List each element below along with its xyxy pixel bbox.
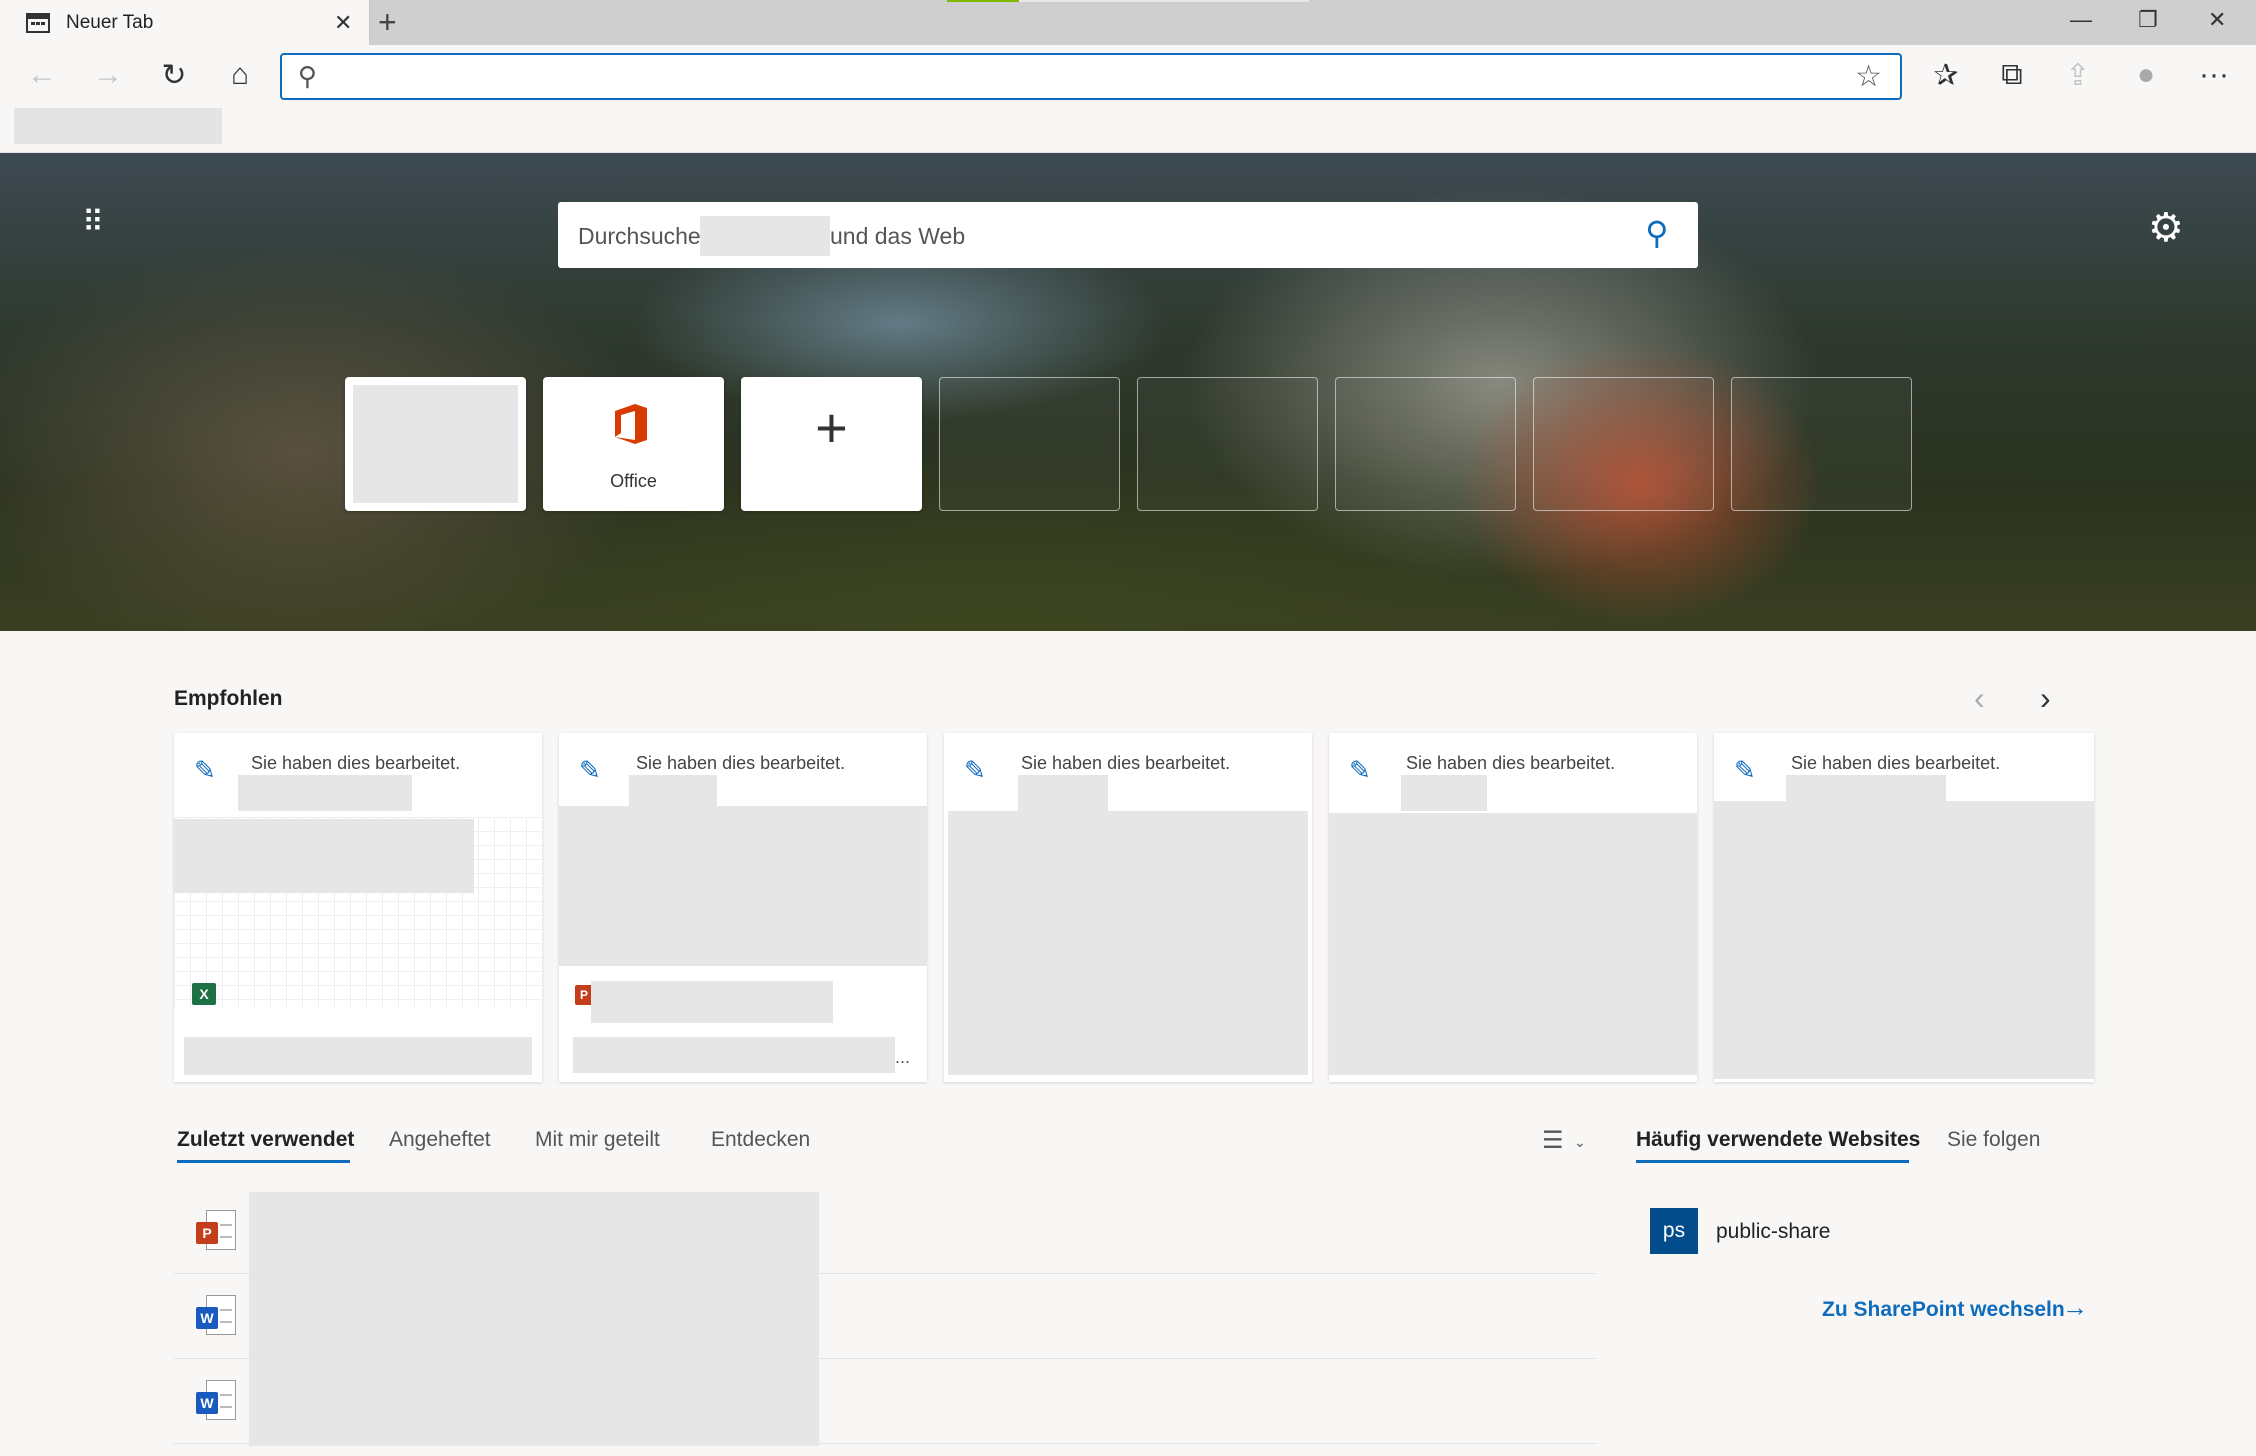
collections-icon[interactable]: ⧉ — [1992, 58, 2032, 92]
web-search-box[interactable]: Durchsuche und das Web ⚲ — [558, 202, 1698, 268]
redacted-tile-content — [353, 385, 518, 503]
redacted-preview — [174, 819, 474, 893]
redacted-file-title — [591, 981, 833, 1023]
search-placeholder-suffix: und das Web — [830, 223, 966, 249]
document-lines — [220, 1224, 232, 1238]
card-activity-text: Sie haben dies bearbeitet. — [1021, 753, 1231, 773]
new-tab-button[interactable]: + — [378, 4, 397, 41]
more-text: ... — [895, 1047, 911, 1067]
redacted-file-names — [249, 1192, 819, 1446]
search-submit-icon[interactable]: ⚲ — [1645, 214, 1668, 252]
redacted-author — [1018, 775, 1108, 811]
tab-recently-used[interactable]: Zuletzt verwendet — [177, 1128, 354, 1152]
redacted-preview — [559, 806, 927, 966]
tab-pinned[interactable]: Angeheftet — [389, 1128, 491, 1152]
search-icon: ⚲ — [298, 61, 318, 91]
refresh-icon[interactable]: ↻ — [154, 58, 194, 93]
card-activity-text: Sie haben dies bearbeitet. — [251, 753, 461, 773]
close-window-icon[interactable]: ✕ — [2208, 7, 2226, 33]
tab-title: Neuer Tab — [66, 12, 154, 33]
edit-pencil-icon: ✎ — [1734, 755, 1756, 785]
profile-avatar-icon[interactable]: ● — [2126, 58, 2166, 92]
redacted-preview — [948, 811, 1308, 1075]
address-bar[interactable]: ⚲ ☆ — [280, 53, 1902, 100]
close-tab-icon[interactable]: ✕ — [334, 10, 352, 36]
document-lines — [220, 1309, 232, 1323]
word-file-icon: W — [196, 1295, 238, 1339]
office-label: Office — [610, 471, 657, 491]
recommended-card[interactable]: ✎ Sie haben dies bearbeitet. X — [174, 733, 542, 1082]
arrow-right-icon[interactable]: → — [2062, 1292, 2088, 1323]
document-lines — [220, 1394, 232, 1408]
quick-link-office[interactable]: Office — [543, 377, 724, 511]
redacted-organization — [700, 216, 830, 256]
quick-link-tile[interactable] — [345, 377, 526, 511]
office-logo-icon — [615, 404, 647, 444]
active-tab-underline — [1636, 1160, 1909, 1163]
more-options-icon[interactable]: ··· — [2194, 58, 2234, 92]
redacted-preview — [1329, 813, 1697, 1075]
powerpoint-file-icon: P — [196, 1210, 238, 1254]
forward-icon[interactable]: → — [88, 58, 128, 92]
edit-pencil-icon: ✎ — [1349, 755, 1371, 785]
empty-quick-link-tile[interactable] — [1533, 377, 1714, 511]
add-quick-link-tile[interactable]: + — [741, 377, 922, 511]
minimize-icon[interactable]: — — [2070, 7, 2092, 33]
redacted-preview — [1714, 801, 2094, 1079]
loading-indicator — [947, 0, 1019, 2]
redacted-author — [1401, 775, 1487, 811]
word-file-icon: W — [196, 1380, 238, 1424]
active-tab-underline — [177, 1160, 350, 1163]
sharepoint-link[interactable]: Zu SharePoint wechseln — [1822, 1298, 2065, 1322]
recommended-card[interactable]: ✎ Sie haben dies bearbeitet. — [1329, 733, 1697, 1082]
redacted-filename — [573, 1037, 895, 1073]
redacted-filename — [184, 1037, 532, 1075]
tab-following[interactable]: Sie folgen — [1947, 1128, 2040, 1152]
previous-arrow-icon[interactable]: ‹ — [1974, 680, 1985, 717]
card-activity-text: Sie haben dies bearbeitet. — [1406, 753, 1616, 773]
home-icon[interactable]: ⌂ — [220, 58, 260, 92]
word-badge: W — [196, 1307, 218, 1329]
add-favorite-icon[interactable]: ☆ — [1855, 59, 1882, 94]
tab-shared-with-me[interactable]: Mit mir geteilt — [535, 1128, 660, 1152]
excel-file-icon: X — [192, 983, 216, 1005]
favorites-icon[interactable]: ✰ — [1926, 58, 1966, 93]
recommended-card[interactable]: ✎ Sie haben dies bearbeitet. — [944, 733, 1312, 1082]
hero-background-image: ⠿ ⚙ Durchsuche und das Web ⚲ Office + — [0, 153, 2256, 631]
recommended-card[interactable]: ✎ Sie haben dies bearbeitet. — [1714, 733, 2094, 1082]
browser-tab[interactable]: Neuer Tab ✕ — [0, 0, 370, 45]
tab-frequent-sites[interactable]: Häufig verwendete Websites — [1636, 1128, 1920, 1152]
next-arrow-icon[interactable]: › — [2040, 680, 2051, 717]
favorites-bar-item[interactable] — [14, 108, 222, 144]
back-icon[interactable]: ← — [22, 58, 62, 92]
edit-pencil-icon: ✎ — [964, 755, 986, 785]
site-link[interactable]: public-share — [1716, 1220, 1830, 1244]
empty-quick-link-tile[interactable] — [1335, 377, 1516, 511]
plus-icon: + — [815, 396, 848, 459]
share-icon[interactable]: ⇪ — [2058, 58, 2098, 93]
restore-icon[interactable]: ❐ — [2138, 7, 2158, 33]
chevron-down-icon[interactable]: ⌄ — [1574, 1134, 1586, 1151]
empty-quick-link-tile[interactable] — [939, 377, 1120, 511]
empty-quick-link-tile[interactable] — [1731, 377, 1912, 511]
settings-icon[interactable]: ⚙ — [2148, 205, 2184, 251]
tab-discover[interactable]: Entdecken — [711, 1128, 810, 1152]
empty-quick-link-tile[interactable] — [1137, 377, 1318, 511]
redacted-author — [238, 775, 412, 811]
card-activity-text: Sie haben dies bearbeitet. — [1791, 753, 2001, 773]
app-launcher-icon[interactable]: ⠿ — [82, 208, 104, 238]
card-activity-text: Sie haben dies bearbeitet. — [636, 753, 846, 773]
recommended-card[interactable]: ✎ Sie haben dies bearbeitet. P ... — [559, 733, 927, 1082]
powerpoint-badge: P — [196, 1222, 218, 1244]
search-placeholder-prefix: Durchsuche — [578, 223, 701, 249]
tab-page-icon — [26, 13, 50, 33]
site-initials-badge[interactable]: ps — [1650, 1208, 1698, 1254]
sort-icon[interactable]: ☰ — [1542, 1126, 1564, 1155]
recommended-heading: Empfohlen — [174, 687, 283, 710]
word-badge: W — [196, 1392, 218, 1414]
edit-pencil-icon: ✎ — [579, 755, 601, 785]
edit-pencil-icon: ✎ — [194, 755, 216, 785]
